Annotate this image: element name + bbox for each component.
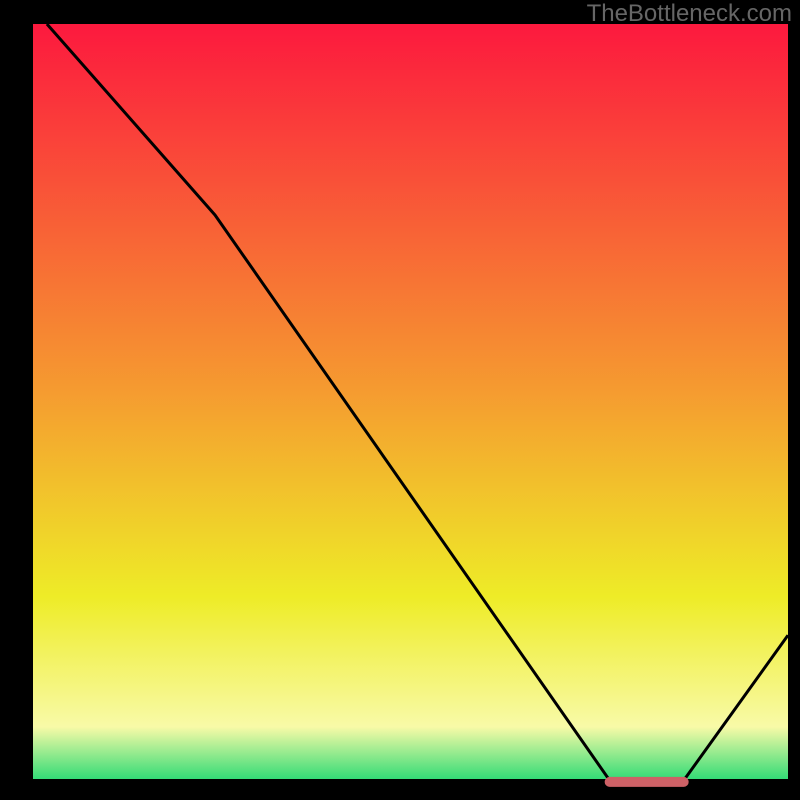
optimal-range-marker [605, 777, 689, 787]
bottleneck-chart [24, 24, 788, 788]
gradient-background [24, 24, 788, 788]
watermark-text: TheBottleneck.com [587, 0, 792, 28]
chart-svg [24, 24, 788, 788]
